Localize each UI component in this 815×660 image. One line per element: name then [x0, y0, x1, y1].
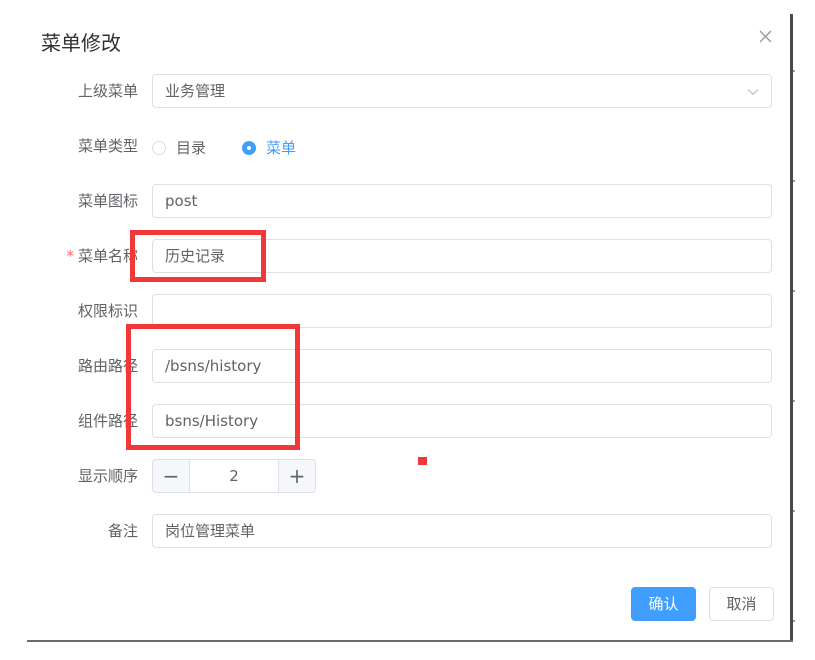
menu-name-input[interactable]: 历史记录 — [152, 239, 772, 273]
permission-input[interactable] — [152, 294, 772, 328]
remark-label: 备注 — [107, 522, 138, 540]
menu-type-label: 菜单类型 — [77, 137, 138, 155]
radio-menu[interactable]: 菜单 — [242, 137, 296, 158]
confirm-button[interactable]: 确认 — [631, 587, 696, 621]
annotation-dot — [418, 457, 427, 465]
menu-icon-value: post — [165, 192, 198, 210]
route-path-input[interactable]: /bsns/history — [152, 349, 772, 383]
remark-value: 岗位管理菜单 — [165, 522, 256, 540]
menu-icon-label: 菜单图标 — [77, 192, 138, 210]
required-mark: * — [66, 247, 74, 265]
radio-circle-menu — [242, 140, 256, 155]
decrement-button[interactable]: − — [153, 460, 190, 492]
window-edge-bottom — [27, 640, 793, 642]
chevron-down-icon — [747, 89, 759, 96]
parent-menu-select[interactable]: 业务管理 — [152, 74, 772, 108]
close-icon — [759, 30, 772, 43]
display-order-value[interactable]: 2 — [190, 460, 278, 492]
route-path-label: 路由路径 — [77, 357, 138, 375]
menu-name-label-text: 菜单名称 — [77, 247, 138, 265]
menu-icon-input[interactable]: post — [152, 184, 772, 218]
display-order-stepper: − 2 + — [152, 459, 316, 493]
increment-button[interactable]: + — [278, 460, 315, 492]
dialog-title: 菜单修改 — [41, 31, 121, 55]
parent-menu-value: 业务管理 — [165, 82, 226, 100]
menu-name-label: * 菜单名称 — [38, 246, 138, 266]
menu-name-value: 历史记录 — [165, 247, 226, 265]
permission-label: 权限标识 — [77, 302, 138, 320]
route-path-value: /bsns/history — [165, 357, 262, 375]
radio-directory[interactable]: 目录 — [152, 137, 206, 158]
component-path-input[interactable]: bsns/History — [152, 404, 772, 438]
dialog: 菜单修改 上级菜单 业务管理 菜单类型 目录 菜单 菜单图标 post * 菜单名… — [0, 0, 815, 660]
cancel-button[interactable]: 取消 — [709, 587, 774, 621]
radio-label-menu: 菜单 — [266, 139, 297, 157]
display-order-label: 显示顺序 — [77, 467, 138, 485]
radio-circle-directory — [152, 140, 166, 155]
component-path-label: 组件路径 — [77, 412, 138, 430]
window-edge-ticks — [793, 14, 795, 641]
radio-label-directory: 目录 — [176, 139, 207, 157]
parent-menu-label: 上级菜单 — [77, 82, 138, 100]
remark-input[interactable]: 岗位管理菜单 — [152, 514, 772, 548]
close-button[interactable] — [756, 27, 776, 47]
component-path-value: bsns/History — [165, 412, 259, 430]
